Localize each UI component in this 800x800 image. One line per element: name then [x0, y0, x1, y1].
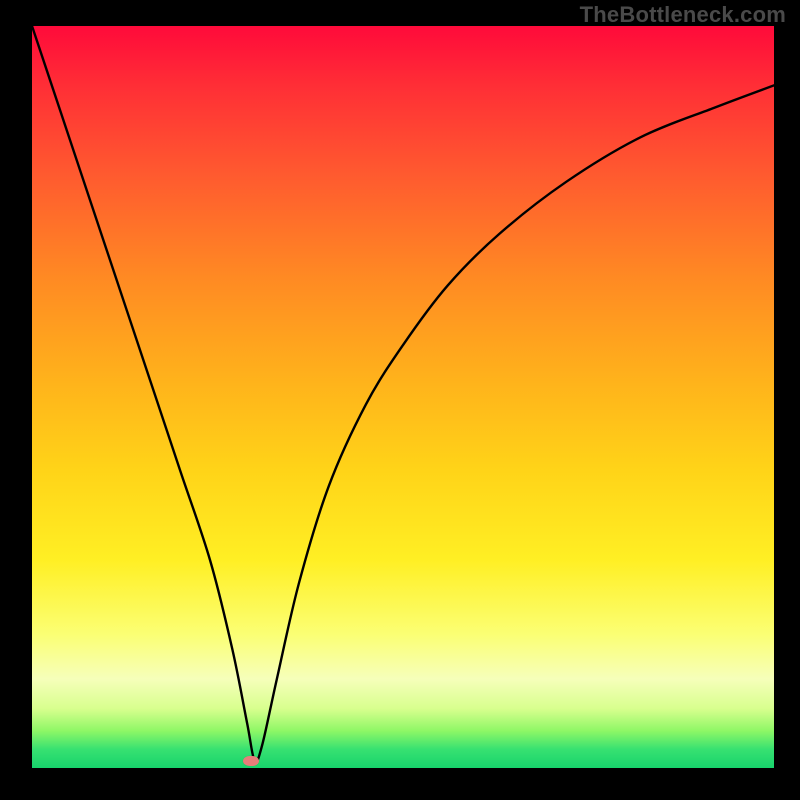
watermark-text: TheBottleneck.com	[580, 2, 786, 28]
curve-svg	[32, 26, 774, 768]
chart-frame: TheBottleneck.com	[0, 0, 800, 800]
minimum-marker	[243, 756, 259, 766]
bottleneck-curve	[32, 26, 774, 762]
plot-area	[32, 26, 774, 768]
